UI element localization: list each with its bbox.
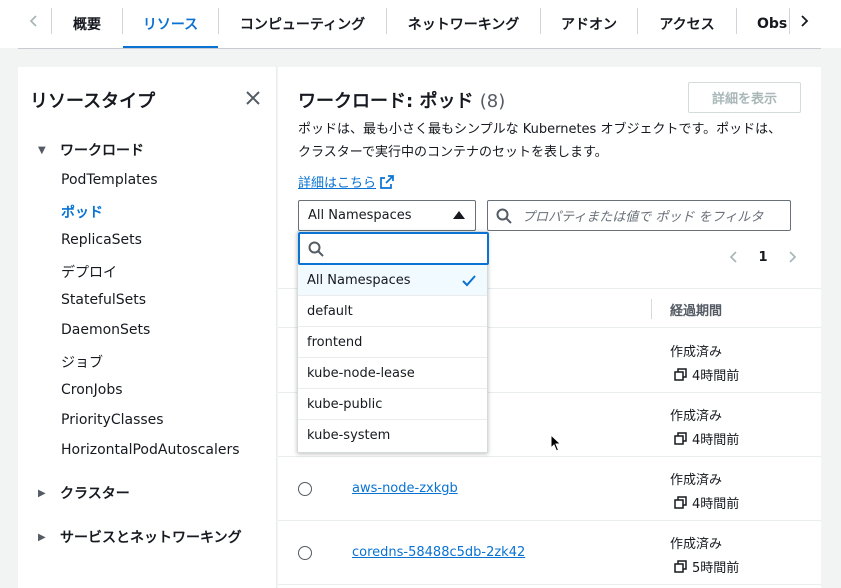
age-value: 4時間前 [674,429,739,448]
nav-item-daemonsets[interactable]: DaemonSets [61,322,150,338]
nav-item-statefulsets[interactable]: StatefulSets [61,292,146,308]
nav-item-jobs[interactable]: ジョブ [61,352,103,372]
created-label: 作成済み [670,345,723,360]
search-icon [308,241,324,257]
tabs-scroll-left-icon[interactable] [23,10,45,32]
created-label: 作成済み [670,473,723,488]
namespace-select[interactable]: All Namespaces [298,200,476,231]
resource-type-panel: リソースタイプ ▼ ワークロード PodTemplates ポッド Replic… [18,67,277,588]
tab-addons[interactable]: アドオン [541,0,637,48]
age-value: 5時間前 [674,557,739,576]
caret-down-icon: ▼ [38,144,46,156]
nav-item-hpa[interactable]: HorizontalPodAutoscalers [61,442,240,458]
nav-item-pods[interactable]: ポッド [61,202,103,222]
namespace-option-kube-system[interactable]: kube-system [298,420,487,451]
close-icon[interactable] [245,90,261,106]
search-icon [496,208,512,224]
pod-name-link[interactable]: coredns-58488c5db-2zk42 [352,545,525,560]
caret-right-icon: ▶ [38,531,46,543]
pod-filter-input[interactable]: プロパティまたは値で ポッド をフィルタ [487,200,791,231]
group-service-networking[interactable]: ▶ サービスとネットワーキング [38,527,242,547]
page-title: ワークロード: ポッド (8) [298,91,506,112]
copy-icon [674,368,687,381]
group-cluster[interactable]: ▶ クラスター [38,483,130,503]
column-header-age[interactable]: 経過期間 [670,300,722,319]
description: ポッドは、最も小さく最もシンプルな Kubernetes オブジェクトです。ポッ… [298,122,782,160]
next-page-icon[interactable] [786,251,798,263]
checkmark-icon [462,275,476,287]
namespace-option-kube-node-lease[interactable]: kube-node-lease [298,358,487,389]
mouse-cursor-icon [550,434,562,452]
pod-name-link[interactable]: aws-node-zxkgb [352,481,458,496]
tab-overview[interactable]: 概要 [52,0,122,48]
nav-item-replicasets[interactable]: ReplicaSets [61,232,142,248]
nav-item-podtemplates[interactable]: PodTemplates [61,172,158,188]
age-value: 4時間前 [674,493,739,512]
tab-resources[interactable]: リソース [123,0,218,48]
namespace-option-frontend[interactable]: frontend [298,327,487,358]
learn-more-link[interactable]: 詳細はこちら [298,172,394,191]
tab-compute[interactable]: コンピューティング [219,0,386,48]
namespace-search-input[interactable] [298,232,489,265]
row-radio[interactable] [298,546,312,560]
caret-right-icon: ▶ [38,487,46,499]
tab-bar: 概要 リソース コンピューティング ネットワーキング アドオン アクセス Obs [0,0,841,48]
table-row: coredns-58488c5db-2zk42 作成済み 5時間前 [278,521,821,585]
namespace-dropdown: All Namespaces default frontend kube-nod… [297,231,489,453]
panel-title: リソースタイプ [30,91,156,112]
copy-icon [674,432,687,445]
caret-up-icon [453,211,465,219]
pagination: 1 [728,247,798,267]
namespace-option-default[interactable]: default [298,296,487,327]
view-details-button[interactable]: 詳細を表示 [688,82,801,113]
copy-icon [674,560,687,573]
nav-item-priorityclasses[interactable]: PriorityClasses [61,412,164,428]
current-page[interactable]: 1 [758,250,767,265]
row-radio[interactable] [298,482,312,496]
external-link-icon [380,174,394,189]
copy-icon [674,496,687,509]
nav-item-cronjobs[interactable]: CronJobs [61,382,123,398]
table-row: aws-node-zxkgb 作成済み 4時間前 [278,457,821,521]
group-workloads[interactable]: ▼ ワークロード [38,140,144,160]
namespace-option-all[interactable]: All Namespaces [298,265,487,296]
tab-networking[interactable]: ネットワーキング [387,0,540,48]
previous-page-icon[interactable] [728,251,740,263]
created-label: 作成済み [670,409,723,424]
created-label: 作成済み [670,537,723,552]
namespace-option-kube-public[interactable]: kube-public [298,389,487,420]
nav-item-deployments[interactable]: デプロイ [61,262,117,282]
tab-access[interactable]: アクセス [638,0,736,48]
age-value: 4時間前 [674,365,739,384]
pod-count: (8) [479,91,506,112]
tabs-scroll-right-icon[interactable] [793,10,815,32]
tab-observability[interactable]: Obs [737,0,789,48]
